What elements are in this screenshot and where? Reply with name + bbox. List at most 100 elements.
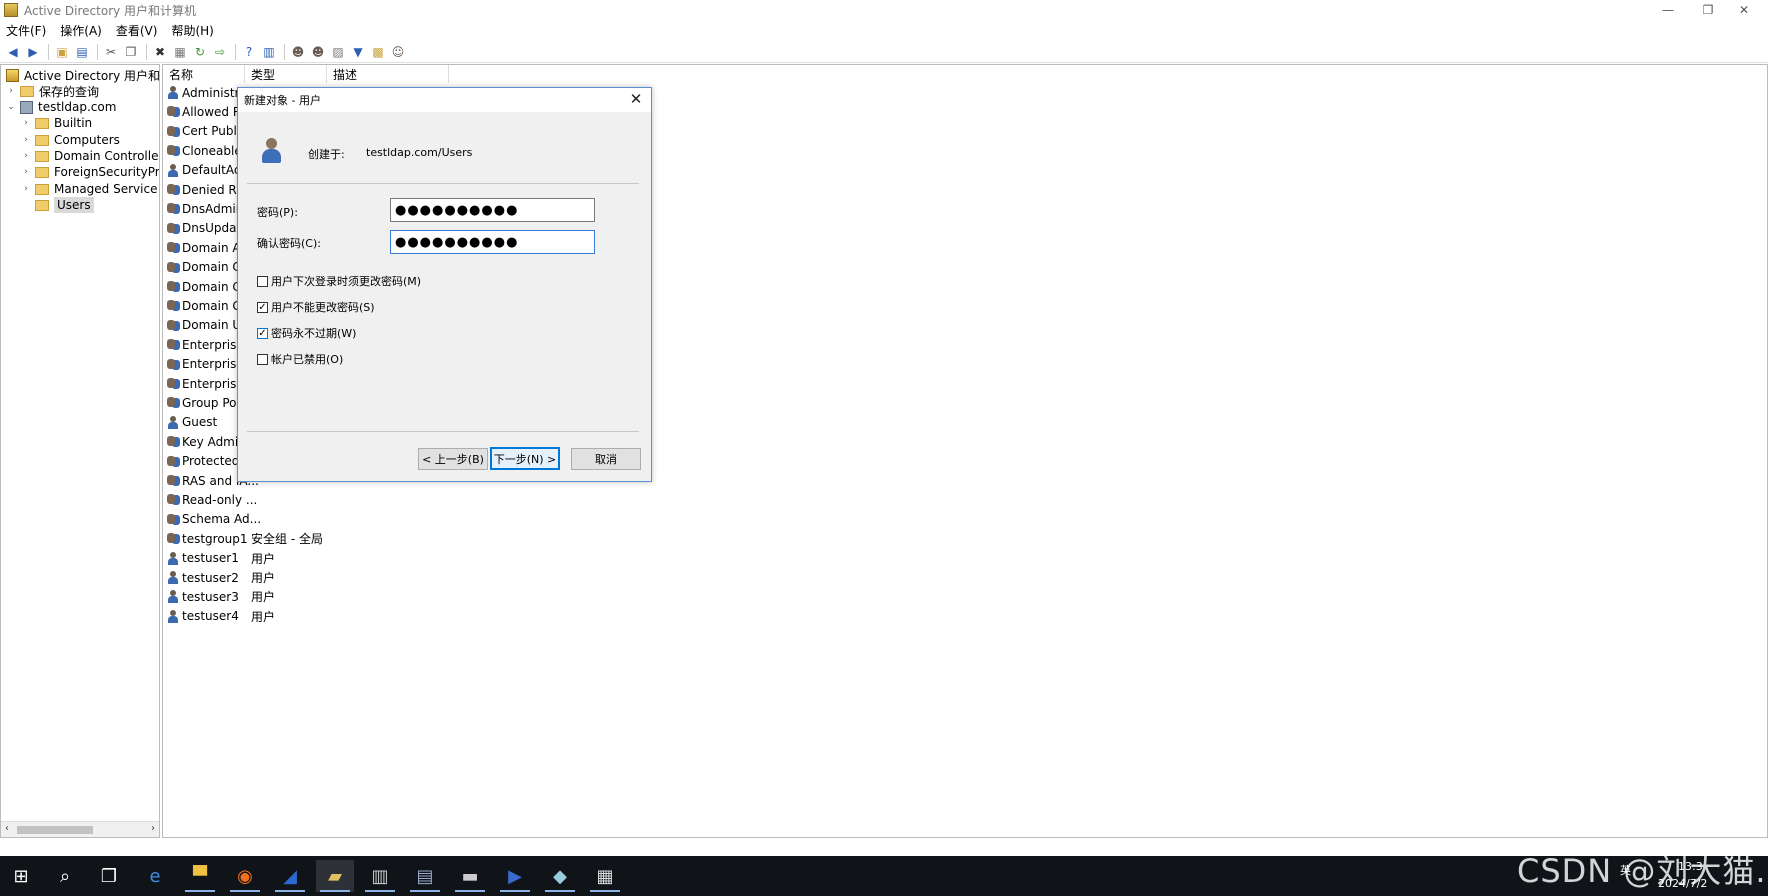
- expand-icon[interactable]: ›: [20, 167, 32, 177]
- tree-item-foreign-security-principals[interactable]: › ForeignSecurityPrincipals: [20, 163, 159, 181]
- up-folder-icon[interactable]: ▣: [53, 43, 71, 61]
- column-header-type[interactable]: 类型: [245, 65, 327, 83]
- copy-icon[interactable]: ❐: [122, 43, 140, 61]
- group-icon: [167, 319, 181, 332]
- cut-icon[interactable]: ✂: [102, 43, 120, 61]
- add-to-group-icon[interactable]: ☺: [389, 43, 407, 61]
- user-icon: [167, 590, 179, 604]
- dialog-close-icon[interactable]: ✕: [627, 90, 645, 108]
- password-never-expires-checkbox[interactable]: ✓ 密码永不过期(W): [257, 325, 356, 341]
- cancel-button[interactable]: 取消: [571, 448, 641, 470]
- server-manager-icon[interactable]: ▥: [361, 860, 399, 892]
- list-item[interactable]: Schema Ad...: [167, 511, 261, 528]
- gallery-icon[interactable]: ▦: [586, 860, 624, 892]
- checkbox-box[interactable]: ✓: [257, 327, 268, 339]
- dialog-title: 新建对象 - 用户: [244, 94, 321, 107]
- must-change-password-checkbox[interactable]: 用户下次登录时须更改密码(M): [257, 273, 421, 289]
- help-icon[interactable]: ?: [240, 43, 258, 61]
- dialog-divider: [247, 183, 639, 184]
- folder-icon: [35, 183, 49, 195]
- toolbar: ◀ ▶ ▣ ▤ ✂ ❐ ✖ ▦ ↻ ⇨ ? ▥ ☻ ☻ ▨ ▼ ▩ ☺: [0, 41, 1768, 63]
- search-icon[interactable]: ⌕: [46, 860, 84, 892]
- firefox-icon[interactable]: ◉: [226, 860, 264, 892]
- expand-icon[interactable]: ›: [20, 135, 32, 145]
- powershell-icon[interactable]: ▶: [496, 860, 534, 892]
- find-icon[interactable]: ▩: [369, 43, 387, 61]
- checkbox-box[interactable]: [257, 275, 268, 287]
- new-group-icon[interactable]: ☻: [309, 43, 327, 61]
- list-item-name: testuser4: [182, 609, 239, 624]
- filter-icon[interactable]: ▼: [349, 43, 367, 61]
- password-input[interactable]: ●●●●●●●●●●: [390, 198, 595, 222]
- new-user-icon[interactable]: ☻: [289, 43, 307, 61]
- list-item[interactable]: testuser4 用户: [167, 608, 275, 625]
- minimize-button[interactable]: —: [1648, 0, 1688, 20]
- column-header-name[interactable]: 名称: [163, 65, 245, 83]
- list-item[interactable]: testuser1 用户: [167, 550, 275, 567]
- watermark: CSDN @刘大猫.: [1517, 852, 1767, 890]
- show-tree-icon[interactable]: ▤: [73, 43, 91, 61]
- checkbox-box[interactable]: ✓: [257, 301, 268, 313]
- back-button[interactable]: < 上一步(B): [418, 448, 488, 470]
- menu-help[interactable]: 帮助(H): [171, 22, 213, 39]
- group-icon: [167, 358, 181, 371]
- ad-users-icon[interactable]: ▰: [316, 860, 354, 892]
- user-icon: [167, 86, 179, 99]
- list-item[interactable]: testuser2 用户: [167, 569, 275, 586]
- file-icon[interactable]: ▤: [406, 860, 444, 892]
- export-icon[interactable]: ⇨: [211, 43, 229, 61]
- list-item[interactable]: Guest: [167, 414, 217, 431]
- menu-view[interactable]: 查看(V): [116, 22, 158, 39]
- powershell-ise-icon[interactable]: ◢: [271, 860, 309, 892]
- restore-button[interactable]: ❐: [1688, 0, 1728, 20]
- tree-item-users[interactable]: Users: [20, 196, 94, 214]
- column-header-description[interactable]: 描述: [327, 65, 449, 83]
- properties-icon[interactable]: ▦: [171, 43, 189, 61]
- group-icon: [167, 396, 181, 409]
- confirm-password-input[interactable]: ●●●●●●●●●●: [390, 230, 595, 254]
- list-item[interactable]: testuser3 用户: [167, 588, 275, 605]
- refresh-icon[interactable]: ↻: [191, 43, 209, 61]
- explorer-icon[interactable]: ▀: [181, 860, 219, 892]
- ie-icon[interactable]: e: [136, 860, 174, 892]
- menu-file[interactable]: 文件(F): [6, 22, 46, 39]
- console-icon[interactable]: ▥: [260, 43, 278, 61]
- cmd-icon[interactable]: ▬: [451, 860, 489, 892]
- expand-icon[interactable]: ›: [5, 86, 17, 96]
- scrollbar-thumb[interactable]: [17, 826, 93, 834]
- list-item-type: 用户: [251, 609, 276, 624]
- group-icon: [167, 377, 181, 390]
- back-icon[interactable]: ◀: [4, 43, 22, 61]
- notepad-icon[interactable]: ◆: [541, 860, 579, 892]
- windows-start-icon[interactable]: ⊞: [2, 860, 40, 892]
- expand-icon[interactable]: ›: [20, 118, 32, 128]
- toolbar-separator: [48, 43, 49, 60]
- group-icon: [167, 338, 181, 351]
- console-tree[interactable]: Active Directory 用户和计算机 › 保存的查询 ⌄ testld…: [0, 64, 160, 838]
- taskbar: ⊞ ⌕ ❐ e ▀ ◉ ◢ ▰ ▥ ▤ ▬ ▶ ◆ ▦ 英 13:3 2024/…: [0, 856, 1768, 896]
- list-item[interactable]: Read-only ...: [167, 491, 257, 508]
- tree-horizontal-scrollbar[interactable]: ‹ ›: [1, 821, 159, 837]
- group-icon: [167, 105, 181, 118]
- created-in-label: 创建于:: [308, 148, 345, 161]
- scroll-right-icon[interactable]: ›: [151, 823, 155, 834]
- new-user-dialog: 新建对象 - 用户 ✕ 创建于: testldap.com/Users 密码(P…: [237, 87, 652, 482]
- group-icon: [167, 513, 181, 526]
- collapse-icon[interactable]: ⌄: [5, 102, 17, 112]
- scroll-left-icon[interactable]: ‹: [5, 823, 9, 834]
- new-ou-icon[interactable]: ▨: [329, 43, 347, 61]
- expand-icon[interactable]: ›: [20, 151, 32, 161]
- account-disabled-checkbox[interactable]: 帐户已禁用(O): [257, 351, 343, 367]
- close-window-button[interactable]: ✕: [1724, 0, 1764, 20]
- next-button[interactable]: 下一步(N) >: [490, 447, 560, 470]
- user-icon: [260, 138, 282, 164]
- cannot-change-password-checkbox[interactable]: ✓ 用户不能更改密码(S): [257, 299, 375, 315]
- tree-item-builtin[interactable]: › Builtin: [20, 114, 92, 132]
- checkbox-box[interactable]: [257, 353, 268, 365]
- forward-icon[interactable]: ▶: [24, 43, 42, 61]
- menu-action[interactable]: 操作(A): [60, 22, 102, 39]
- expand-icon[interactable]: ›: [20, 184, 32, 194]
- list-item[interactable]: testgroup1 安全组 - 全局: [167, 530, 323, 547]
- delete-icon[interactable]: ✖: [151, 43, 169, 61]
- task-view-icon[interactable]: ❐: [90, 860, 128, 892]
